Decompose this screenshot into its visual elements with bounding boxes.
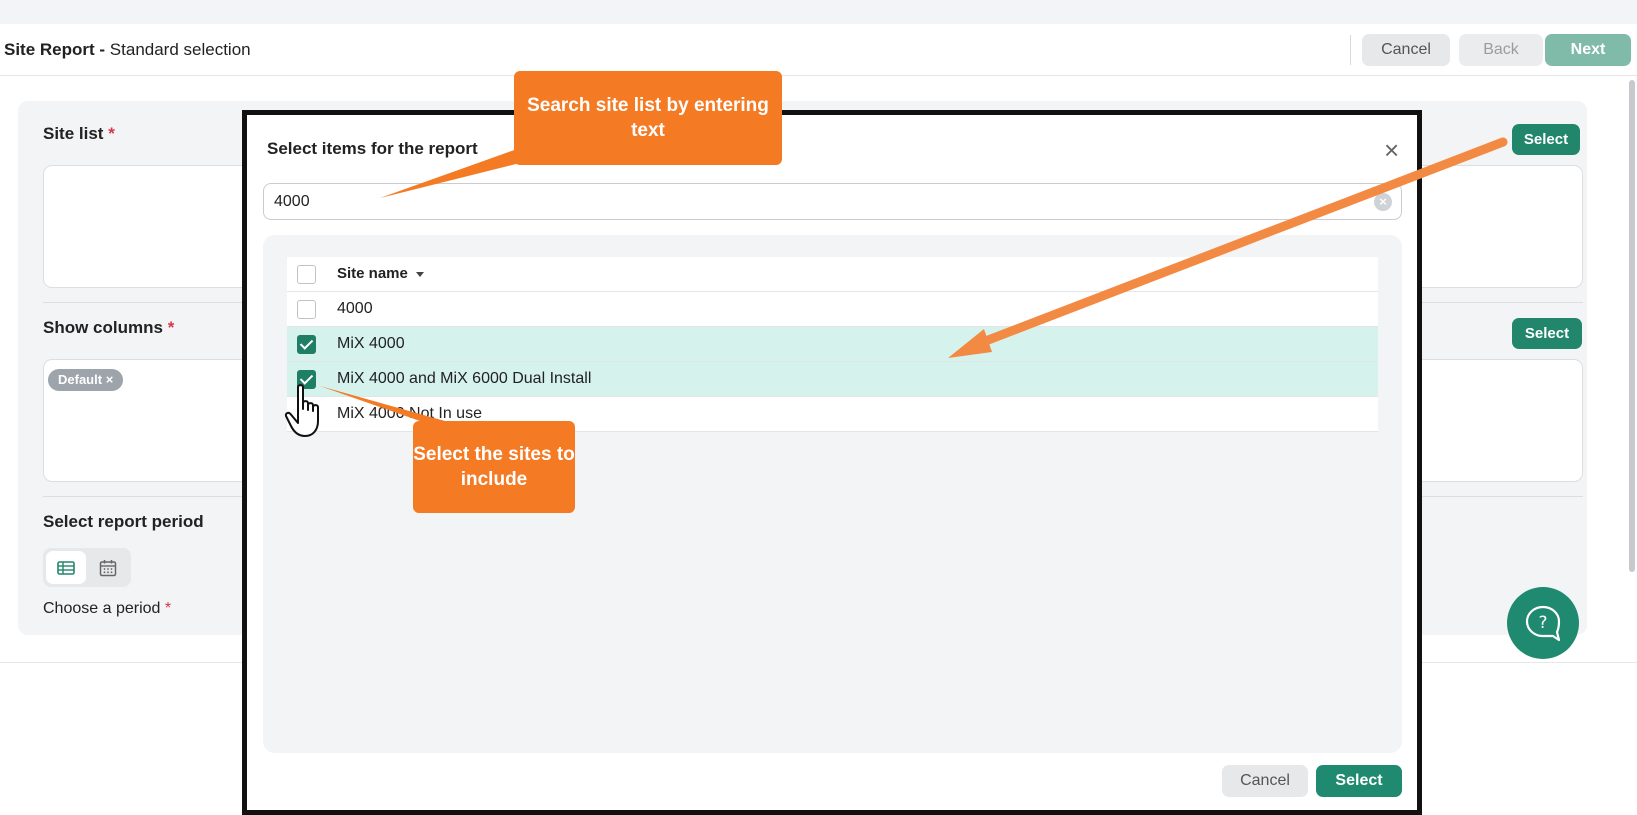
default-chip[interactable]: Default × [48,369,124,391]
dialog-cancel-button[interactable]: Cancel [1222,765,1308,797]
site-list-label: Site list * [43,124,115,143]
table-header: Site name [287,257,1378,292]
header-cancel-button[interactable]: Cancel [1362,34,1450,66]
site-name-cell: MiX 4000 and MiX 6000 Dual Install [337,370,592,387]
sort-down-icon [415,271,424,277]
clear-search-icon[interactable]: × [1374,193,1392,211]
help-chat-icon: ? [1525,605,1561,642]
top-band [0,0,1637,24]
table-row[interactable]: MiX 4000 and MiX 6000 Dual Install [287,362,1378,397]
svg-text:?: ? [1538,613,1547,633]
row-checkbox[interactable] [297,335,316,354]
calendar-icon [99,559,117,576]
dialog-title: Select items for the report [267,139,478,158]
show-columns-label: Show columns * [43,318,175,337]
table-row[interactable]: MiX 4000 [287,327,1378,362]
site-table: Site name 4000 MiX 4000 MiX 4000 and MiX… [287,257,1378,432]
search-hint-callout: Search site list by entering text [514,71,782,165]
search-input[interactable] [263,183,1402,220]
header-divider [1350,35,1351,65]
select-all-checkbox[interactable] [297,265,316,284]
help-button[interactable]: ? [1507,587,1579,659]
period-view-toggle [43,548,131,587]
report-period-label: Select report period [43,512,204,531]
table-row[interactable]: 4000 [287,292,1378,327]
choose-period-label: Choose a period * [43,600,172,617]
chip-remove-icon[interactable]: × [106,372,114,387]
close-icon[interactable]: × [1384,137,1399,163]
page-header: Site Report - Standard selection Cancel … [0,24,1637,76]
header-next-button[interactable]: Next [1545,34,1631,66]
select-sites-callout: Select the sites to include [413,421,575,513]
hand-cursor-icon [284,384,319,437]
page-title: Site Report - Standard selection [4,40,251,59]
calendar-view-toggle[interactable] [88,551,128,584]
page-scrollbar[interactable] [1629,80,1635,572]
row-checkbox[interactable] [297,300,316,319]
list-view-toggle[interactable] [46,551,86,584]
dialog-select-button[interactable]: Select [1316,765,1402,797]
show-columns-select-button[interactable]: Select [1512,318,1582,349]
site-name-column-header[interactable]: Site name [337,265,424,282]
site-list-select-button[interactable]: Select [1512,124,1580,155]
site-name-cell: MiX 4000 [337,335,405,352]
list-icon [57,560,75,575]
site-name-cell: 4000 [337,300,373,317]
header-back-button[interactable]: Back [1459,34,1543,66]
